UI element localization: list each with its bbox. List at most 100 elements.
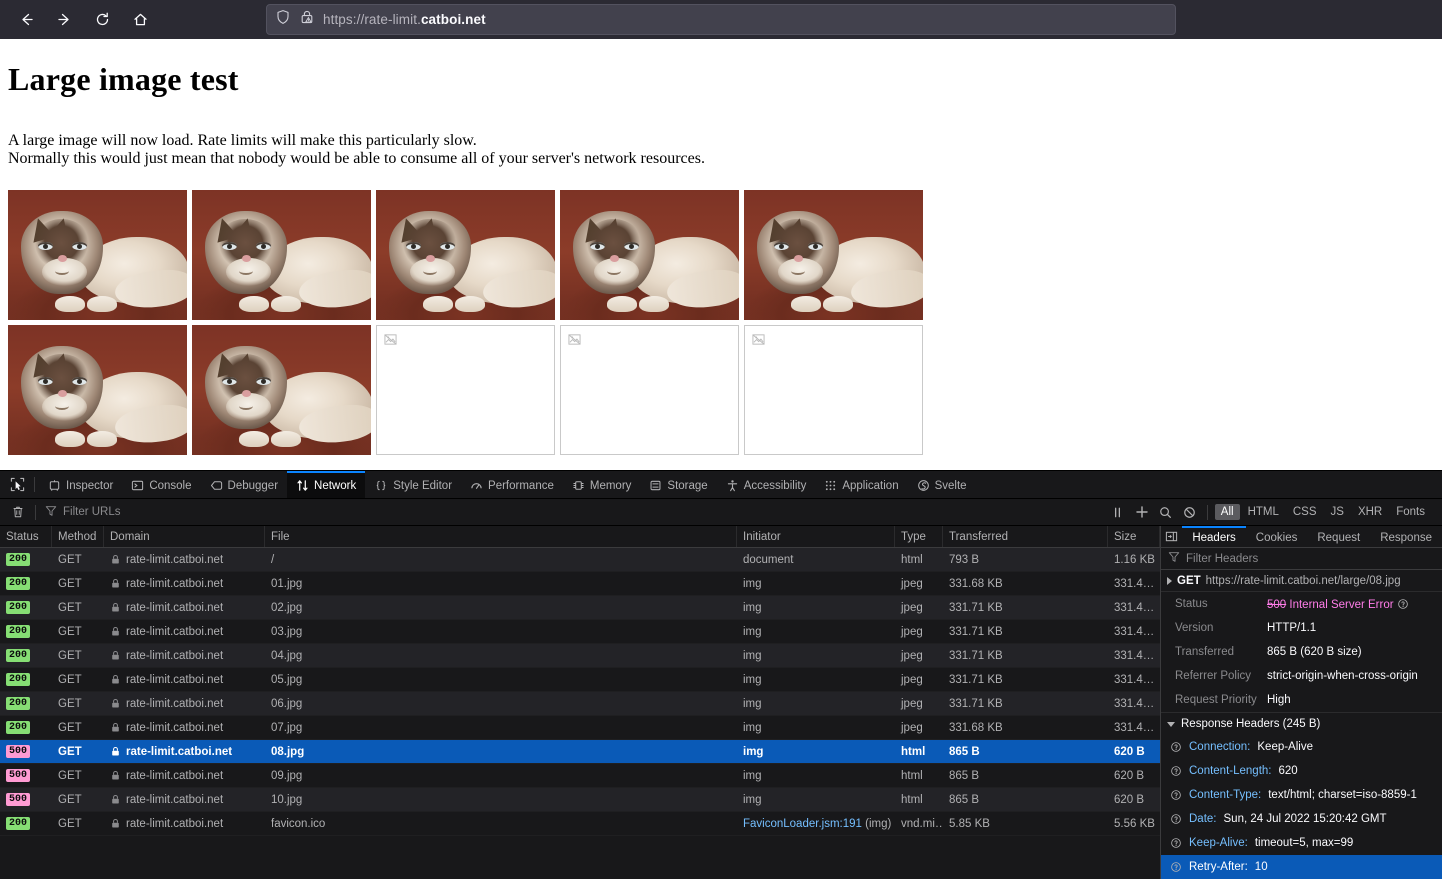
cell-type: jpeg — [901, 577, 923, 590]
table-row[interactable]: 200 GET rate-limit.catboi.net 05.jpg img… — [0, 668, 1160, 692]
column-header-size[interactable]: Size — [1108, 526, 1160, 547]
details-tab-headers[interactable]: Headers — [1182, 526, 1246, 547]
cell-size: 331.4… — [1114, 649, 1155, 662]
column-header-domain[interactable]: Domain — [104, 526, 265, 547]
type-filter-js[interactable]: JS — [1325, 504, 1350, 520]
back-button[interactable] — [9, 5, 43, 35]
devtools-tab-svelte[interactable]: Svelte — [908, 471, 976, 498]
page-image — [8, 190, 187, 320]
help-icon[interactable] — [1170, 789, 1182, 802]
trash-icon[interactable] — [4, 505, 31, 519]
filter-urls-input[interactable]: Filter URLs — [40, 505, 1107, 520]
filter-headers-input[interactable]: Filter Headers — [1161, 548, 1442, 570]
devtools-tab-accessibility[interactable]: Accessibility — [717, 471, 816, 498]
table-row[interactable]: 200 GET rate-limit.catboi.net / document… — [0, 548, 1160, 572]
element-picker-icon[interactable] — [4, 471, 30, 498]
table-row[interactable]: 200 GET rate-limit.catboi.net 02.jpg img… — [0, 596, 1160, 620]
cell-type: html — [901, 745, 926, 758]
type-filter-css[interactable]: CSS — [1287, 504, 1323, 520]
devtools-tab-label: Svelte — [934, 479, 967, 492]
devtools-tab-storage[interactable]: Storage — [640, 471, 716, 498]
cell-domain: rate-limit.catboi.net — [104, 788, 265, 811]
help-icon[interactable] — [1397, 598, 1409, 611]
type-filter-fonts[interactable]: Fonts — [1390, 504, 1431, 520]
type-filter-html[interactable]: HTML — [1242, 504, 1285, 520]
details-tab-bar: Headers Cookies Request Response — [1161, 526, 1442, 548]
cell-transferred: 865 B — [949, 745, 980, 758]
devtools-tab-debugger[interactable]: Debugger — [201, 471, 288, 498]
devtools-tab-console[interactable]: Console — [122, 471, 200, 498]
cell-initiator: img — [743, 769, 762, 782]
pause-icon[interactable] — [1107, 503, 1129, 522]
lock-icon — [110, 578, 121, 589]
details-tab-response[interactable]: Response — [1370, 526, 1442, 547]
forward-button[interactable] — [47, 5, 81, 35]
devtools-tab-style-editor[interactable]: Style Editor — [365, 471, 461, 498]
table-row[interactable]: 200 GET rate-limit.catboi.net 07.jpg img… — [0, 716, 1160, 740]
help-icon[interactable] — [1170, 813, 1182, 826]
devtools-tab-label: Application — [842, 479, 899, 492]
table-row[interactable]: 200 GET rate-limit.catboi.net 01.jpg img… — [0, 572, 1160, 596]
header-row[interactable]: Connection: Keep-Alive — [1161, 735, 1442, 759]
help-icon[interactable] — [1170, 861, 1182, 874]
block-icon[interactable] — [1179, 503, 1201, 522]
header-row[interactable]: Retry-After: 10 — [1161, 855, 1442, 879]
column-header-type[interactable]: Type — [895, 526, 943, 547]
table-row[interactable]: 200 GET rate-limit.catboi.net favicon.ic… — [0, 812, 1160, 836]
expand-triangle-icon[interactable] — [1167, 576, 1172, 585]
shield-icon[interactable] — [275, 9, 291, 30]
table-row[interactable]: 500 GET rate-limit.catboi.net 10.jpg img… — [0, 788, 1160, 812]
help-icon[interactable] — [1170, 837, 1182, 850]
lock-icon — [110, 602, 121, 613]
page-image-broken — [560, 325, 739, 455]
cell-status: 200 — [0, 620, 52, 643]
table-row[interactable]: 200 GET rate-limit.catboi.net 03.jpg img… — [0, 620, 1160, 644]
table-row[interactable]: 200 GET rate-limit.catboi.net 04.jpg img… — [0, 644, 1160, 668]
column-header-status[interactable]: Status — [0, 526, 52, 547]
cell-file: 08.jpg — [271, 745, 305, 758]
table-row[interactable]: 200 GET rate-limit.catboi.net 06.jpg img… — [0, 692, 1160, 716]
cell-size: 620 B — [1114, 745, 1145, 758]
collapse-triangle-icon[interactable] — [1167, 721, 1175, 727]
request-url-row[interactable]: GET https://rate-limit.catboi.net/large/… — [1161, 570, 1442, 592]
devtools-tab-inspector[interactable]: Inspector — [39, 471, 122, 498]
table-row[interactable]: 500 GET rate-limit.catboi.net 08.jpg img… — [0, 740, 1160, 764]
devtools-tab-network[interactable]: Network — [287, 471, 366, 498]
cell-initiator: img — [743, 673, 762, 686]
type-filter-xhr[interactable]: XHR — [1352, 504, 1388, 520]
initiator-link[interactable]: FaviconLoader.jsm:191 (img) — [743, 818, 891, 830]
header-row[interactable]: Date: Sun, 24 Jul 2022 15:20:42 GMT — [1161, 807, 1442, 831]
details-tab-request[interactable]: Request — [1307, 526, 1370, 547]
lock-warning-icon[interactable] — [299, 9, 315, 30]
cell-initiator: img — [743, 649, 762, 662]
devtools-tab-memory[interactable]: Memory — [563, 471, 641, 498]
header-value: Sun, 24 Jul 2022 15:20:42 GMT — [1223, 813, 1387, 825]
header-row[interactable]: Keep-Alive: timeout=5, max=99 — [1161, 831, 1442, 855]
column-header-initiator[interactable]: Initiator — [737, 526, 895, 547]
search-icon[interactable] — [1155, 503, 1177, 522]
cell-status: 200 — [0, 644, 52, 667]
status-badge: 500 — [6, 769, 31, 782]
cell-transferred: 331.68 KB — [949, 577, 1003, 590]
devtools-tab-performance[interactable]: Performance — [461, 471, 563, 498]
home-button[interactable] — [123, 5, 157, 35]
details-tab-cookies[interactable]: Cookies — [1246, 526, 1308, 547]
help-icon[interactable] — [1170, 765, 1182, 778]
type-filter-all[interactable]: All — [1214, 504, 1240, 520]
help-icon[interactable] — [1170, 741, 1182, 754]
column-header-file[interactable]: File — [265, 526, 737, 547]
response-headers-section-title[interactable]: Response Headers (245 B) — [1161, 712, 1442, 735]
url-bar[interactable]: https://rate-limit.catboi.net — [266, 4, 1176, 35]
cell-method: GET — [58, 697, 82, 710]
column-header-method[interactable]: Method — [52, 526, 104, 547]
reload-button[interactable] — [85, 5, 119, 35]
plus-icon[interactable] — [1131, 503, 1153, 522]
devtools-tab-application[interactable]: Application — [815, 471, 907, 498]
dock-side-icon[interactable] — [1161, 526, 1182, 547]
cell-method: GET — [58, 577, 82, 590]
cell-status: 200 — [0, 548, 52, 571]
table-row[interactable]: 500 GET rate-limit.catboi.net 09.jpg img… — [0, 764, 1160, 788]
header-row[interactable]: Content-Length: 620 — [1161, 759, 1442, 783]
header-row[interactable]: Content-Type: text/html; charset=iso-885… — [1161, 783, 1442, 807]
column-header-transferred[interactable]: Transferred — [943, 526, 1108, 547]
